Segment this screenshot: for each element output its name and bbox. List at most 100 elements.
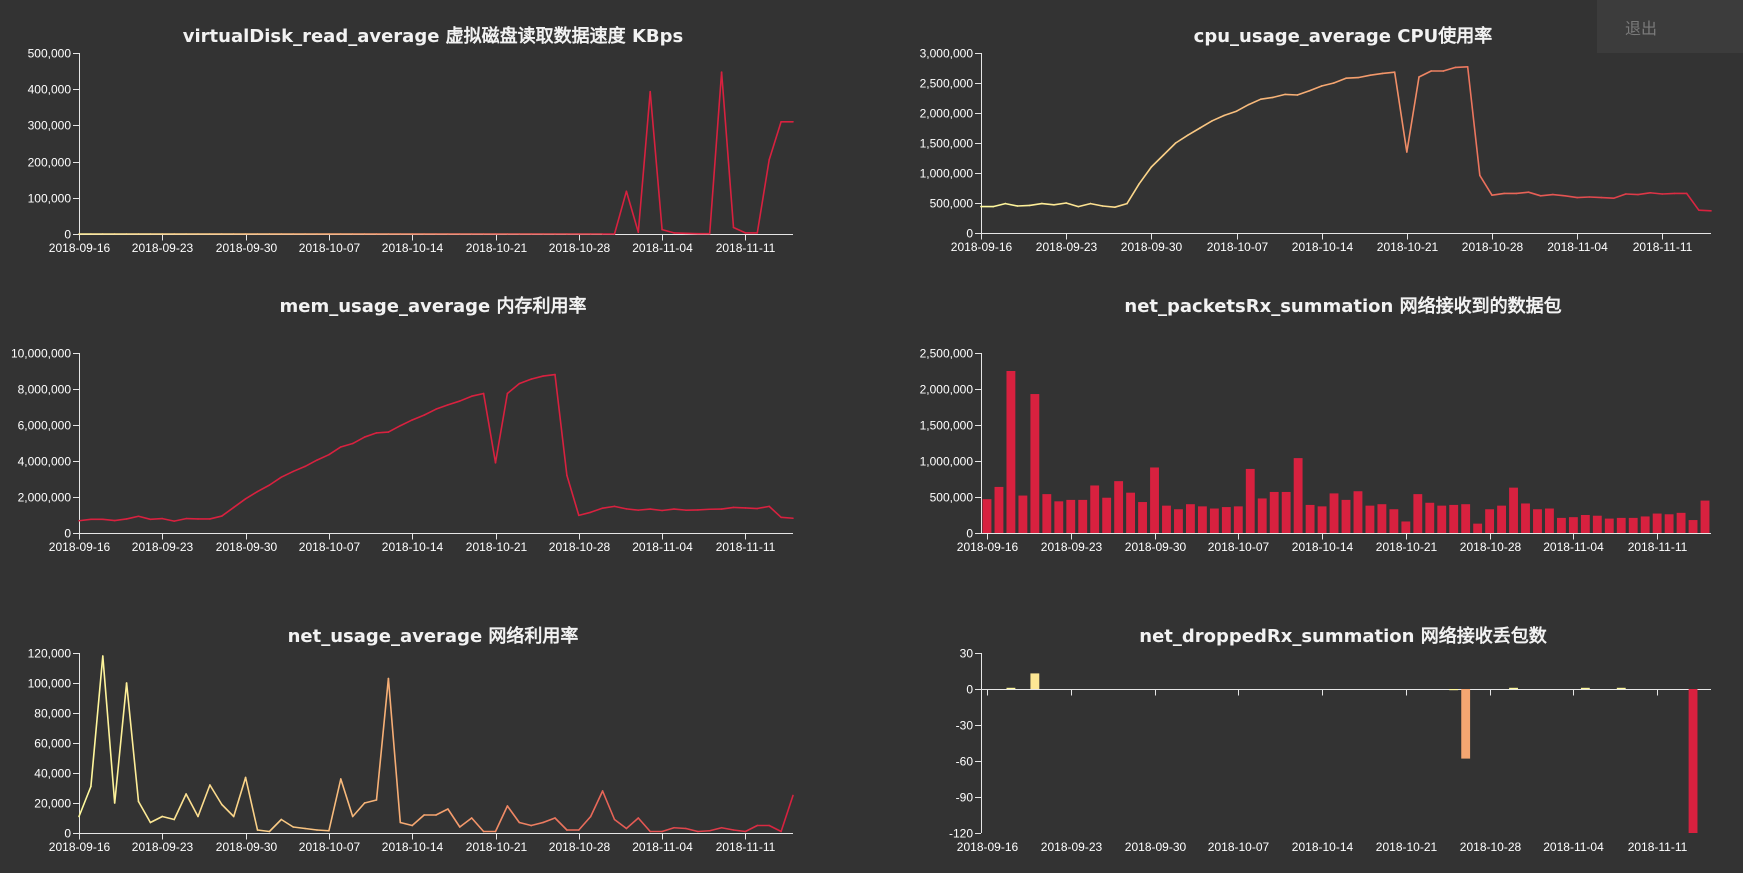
series-line-segment xyxy=(1235,103,1250,112)
series-line-segment xyxy=(1150,154,1165,168)
series-line-segment xyxy=(1612,193,1627,199)
data-bar xyxy=(1233,506,1243,533)
data-bar xyxy=(1221,507,1231,533)
data-bar xyxy=(1066,499,1076,533)
series-line-segment xyxy=(411,814,425,827)
logout-button[interactable]: 退出 xyxy=(1597,0,1743,53)
series-line-segment xyxy=(673,826,687,830)
y-tick-label: 500,000 xyxy=(28,47,72,61)
series-line-segment xyxy=(363,432,378,438)
series-line-segment xyxy=(1065,202,1080,208)
series-line-segment xyxy=(78,785,92,818)
chart-title: net_droppedRx_summation 网络接收丢包数 xyxy=(1139,625,1547,647)
series-line-segment xyxy=(649,90,663,231)
x-tick-label: 2018-10-07 xyxy=(1207,240,1269,254)
x-tick-label: 2018-11-04 xyxy=(632,241,693,255)
series-line-segment xyxy=(209,515,223,520)
data-bar xyxy=(1030,673,1040,689)
y-tick-label: 1,000,000 xyxy=(920,455,974,469)
x-tick-label: 2018-10-14 xyxy=(382,540,444,554)
x-tick-label: 2018-10-07 xyxy=(1208,840,1270,854)
chart-panel-6: net_droppedRx_summation 网络接收丢包数 -120 -90 -6… xyxy=(949,625,1711,854)
series-line-segment xyxy=(1393,71,1408,153)
data-bar xyxy=(994,486,1004,533)
x-tick-label: 2018-11-11 xyxy=(716,840,776,854)
data-bar xyxy=(1652,513,1662,533)
series-line-segment xyxy=(1661,192,1676,195)
x-tick-label: 2018-11-04 xyxy=(632,840,693,854)
series-line-segment xyxy=(601,790,616,821)
series-line-segment xyxy=(1479,174,1493,196)
x-tick-label: 2018-09-30 xyxy=(1125,540,1187,554)
series-line-segment xyxy=(125,682,140,803)
series-line-segment xyxy=(542,373,556,377)
series-line-segment xyxy=(161,517,175,522)
data-bar xyxy=(1700,500,1710,533)
x-tick-label: 2018-10-07 xyxy=(299,840,361,854)
data-bar xyxy=(1245,468,1255,533)
series-line-segment xyxy=(328,778,342,832)
series-line-segment xyxy=(435,404,449,410)
series-line-segment xyxy=(613,818,628,830)
series-line-segment xyxy=(256,484,271,493)
data-bar xyxy=(1006,687,1016,689)
y-tick-label: 0 xyxy=(64,527,71,541)
x-tick-label: 2018-09-16 xyxy=(957,540,1019,554)
series-line-segment xyxy=(601,505,616,509)
series-line-segment xyxy=(173,517,187,522)
data-bar xyxy=(1688,520,1698,533)
series-line-segment xyxy=(649,508,663,512)
series-line-segment xyxy=(637,508,652,511)
data-bar xyxy=(1174,509,1183,533)
series-line-segment xyxy=(661,826,675,833)
series-line-segment xyxy=(494,392,509,464)
series-line-segment xyxy=(1296,90,1311,96)
series-line-segment xyxy=(1320,82,1335,87)
x-tick-label: 2018-10-28 xyxy=(549,540,611,554)
x-tick-label: 2018-11-11 xyxy=(716,241,776,255)
series-line-segment xyxy=(1600,196,1615,199)
series-line-segment xyxy=(1016,204,1031,207)
series-line-segment xyxy=(435,808,449,816)
y-tick-label: 4,000,000 xyxy=(18,455,72,469)
series-line-segment xyxy=(494,805,509,833)
data-bar xyxy=(1138,502,1147,533)
y-tick-label: 100,000 xyxy=(28,677,72,691)
y-tick-label: 60,000 xyxy=(34,737,71,751)
y-tick-label: 500,000 xyxy=(930,491,974,505)
series-line-segment xyxy=(577,815,592,831)
series-line-segment xyxy=(280,818,295,828)
data-bar xyxy=(1030,394,1040,533)
chart-title: net_usage_average 网络利用率 xyxy=(288,625,579,647)
chart-title: virtualDisk_read_average 虚拟磁盘读取数据速度 KBps xyxy=(183,25,683,47)
chart-panel-1: virtualDisk_read_average 虚拟磁盘读取数据速度 KBps… xyxy=(28,25,794,255)
series-line-segment xyxy=(1162,142,1177,156)
series-line-segment xyxy=(1284,93,1299,96)
series-line-segment xyxy=(637,817,652,833)
x-tick-label: 2018-09-23 xyxy=(1041,540,1103,554)
series-line-segment xyxy=(1442,66,1457,72)
x-tick-label: 2018-10-21 xyxy=(466,840,528,854)
series-line-segment xyxy=(1406,76,1420,153)
data-bar xyxy=(1461,689,1471,759)
series-line-segment xyxy=(1564,195,1578,199)
series-line-segment xyxy=(1588,196,1603,199)
data-bar xyxy=(1616,517,1626,533)
data-bar xyxy=(1509,687,1518,689)
x-tick-label: 2018-09-30 xyxy=(1125,840,1187,854)
x-tick-label: 2018-11-04 xyxy=(1543,540,1604,554)
x-tick-label: 2018-09-23 xyxy=(132,241,194,255)
series-line-segment xyxy=(209,784,223,806)
series-line-segment xyxy=(1041,202,1055,206)
data-bar xyxy=(1341,499,1351,533)
series-line-segment xyxy=(1576,196,1591,199)
series-line-segment xyxy=(673,508,687,511)
x-tick-label: 2018-10-21 xyxy=(466,540,528,554)
series-line-segment xyxy=(232,497,247,509)
series-line-segment xyxy=(1333,77,1347,84)
data-bar xyxy=(1162,505,1171,533)
series-line-segment xyxy=(447,400,461,406)
series-line-segment xyxy=(351,802,366,818)
x-tick-label: 2018-09-16 xyxy=(49,840,111,854)
data-bar xyxy=(1054,501,1064,533)
